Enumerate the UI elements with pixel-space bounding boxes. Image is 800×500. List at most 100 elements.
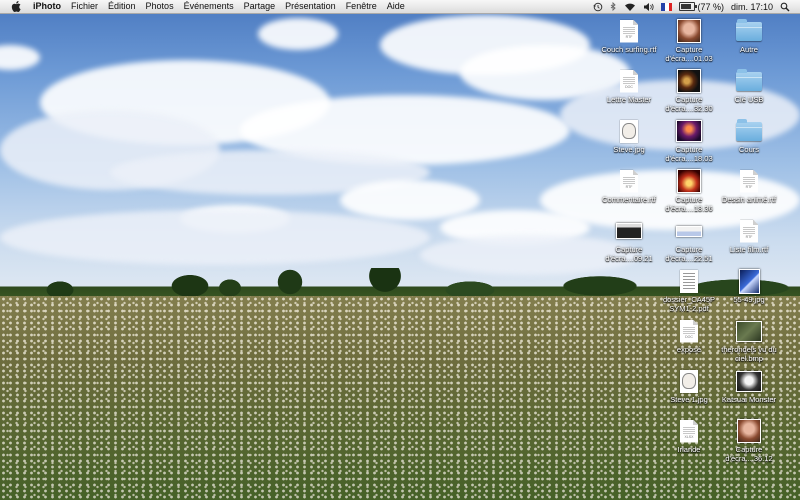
desktop-icon-label: Capture d'écra....32.30 <box>665 95 713 113</box>
screenshot-thumbnail-icon <box>677 169 701 193</box>
desktop-icon[interactable]: Capture d'écra....18.03 <box>657 118 721 163</box>
desktop-icon[interactable]: Capture d'écra....36.12 <box>717 418 781 463</box>
desktop-icon[interactable]: XLSX Irlande <box>657 418 721 455</box>
document-icon: RTF <box>620 19 638 43</box>
desktop-icon[interactable]: Capture d'écra....22.51 <box>657 218 721 263</box>
desktop-icon-thumbnail <box>676 368 702 394</box>
desktop-icon-thumbnail <box>736 68 762 94</box>
desktop-icon[interactable]: Capture d'écra....32.30 <box>657 68 721 113</box>
desktop-icon-label: Cours <box>738 145 759 154</box>
desktop-icon-label: Katsuai Monster <box>721 395 777 404</box>
desktop-icon-thumbnail <box>676 18 702 44</box>
image-file-icon <box>736 370 762 392</box>
desktop-icon-label: exposé <box>676 345 702 354</box>
desktop-icon-thumbnail: DOC <box>616 68 642 94</box>
desktop-icon[interactable]: Capture d'écra....01.03 <box>657 18 721 63</box>
menu-app-iphoto[interactable]: iPhoto <box>28 0 66 13</box>
desktop-icon-thumbnail: RTF <box>736 218 762 244</box>
desktop-icon-label: Capture d'écra....18.03 <box>665 145 713 163</box>
desktop-icon-label: Steve 1.jpg <box>670 395 708 404</box>
desktop-icon-thumbnail: RTF <box>616 168 642 194</box>
desktop-icon-thumbnail <box>676 268 702 294</box>
desktop-icon-thumbnail <box>736 368 762 394</box>
desktop-icon[interactable]: Steve.jpg <box>597 118 661 155</box>
menu-fenetre[interactable]: Fenêtre <box>341 0 382 13</box>
desktop-icon-label: 55-49.jpg <box>733 295 765 304</box>
image-file-icon <box>680 369 698 393</box>
bluetooth-icon[interactable] <box>610 0 617 13</box>
wallpaper-cloud <box>340 180 480 220</box>
document-icon: RTF <box>740 219 758 243</box>
menu-partage[interactable]: Partage <box>239 0 281 13</box>
desktop-icon-thumbnail <box>616 218 642 244</box>
desktop-icon-label: Clé USB <box>734 95 764 104</box>
desktop-icon[interactable]: Autre <box>717 18 781 55</box>
folder-icon <box>736 68 762 91</box>
desktop-icon[interactable]: Capture d'écra....09.21 <box>597 218 661 263</box>
desktop-icon[interactable]: Clé USB <box>717 68 781 105</box>
desktop-icon-label: Commentaire.rtf <box>602 195 656 204</box>
wifi-icon[interactable] <box>624 0 636 13</box>
desktop-icon-thumbnail: RTF <box>736 168 762 194</box>
desktop-icon-label: Capture d'écra....01.03 <box>665 45 713 63</box>
desktop-icon-thumbnail <box>676 218 702 244</box>
menu-presentation[interactable]: Présentation <box>280 0 341 13</box>
desktop-icon-thumbnail <box>736 18 762 44</box>
volume-icon[interactable] <box>643 0 654 13</box>
desktop-icon[interactable]: therondels vu du ciel.bmp <box>717 318 781 363</box>
desktop-icon[interactable]: Cours <box>717 118 781 155</box>
desktop-icon-thumbnail <box>676 168 702 194</box>
image-file-icon <box>738 268 760 294</box>
wallpaper-cloud <box>0 210 430 265</box>
menu-extras: (77 %) dim. 17:10 <box>586 0 800 13</box>
battery-level <box>681 4 691 9</box>
menu-photos[interactable]: Photos <box>141 0 179 13</box>
desktop-icon[interactable]: 55-49.jpg <box>717 268 781 305</box>
screenshot-thumbnail-icon <box>737 419 761 443</box>
spotlight-search-icon[interactable] <box>780 0 790 13</box>
folder-icon <box>736 18 762 41</box>
french-flag-icon[interactable] <box>661 0 673 13</box>
desktop-icon-thumbnail <box>616 118 642 144</box>
document-icon: DOC <box>680 319 698 343</box>
desktop-icon[interactable]: dossier_CA45P SYM1-2.pdf <box>657 268 721 313</box>
document-icon: XLSX <box>680 419 698 443</box>
desktop-icon-label: Couch surfing.rtf <box>601 45 657 54</box>
desktop-icon[interactable]: RTF Commentaire.rtf <box>597 168 661 205</box>
desktop-icon[interactable]: RTF Dessin animé.rtf <box>717 168 781 205</box>
desktop-icon-thumbnail <box>676 68 702 94</box>
desktop-icon[interactable]: Steve 1.jpg <box>657 368 721 405</box>
image-file-icon <box>620 119 638 143</box>
desktop-icon-label: Capture d'écra....22.51 <box>665 245 713 263</box>
desktop-icon-label: Steve.jpg <box>613 145 645 154</box>
pdf-icon <box>680 269 698 293</box>
battery-icon[interactable]: (77 %) <box>679 0 724 13</box>
screenshot-thumbnail-icon <box>677 19 701 43</box>
desktop-icon[interactable]: Capture d'écra....18.36 <box>657 168 721 213</box>
desktop-icon-label: Capture d'écra....36.12 <box>725 445 773 463</box>
menu-fichier[interactable]: Fichier <box>66 0 103 13</box>
menu-evenements[interactable]: Événements <box>179 0 239 13</box>
wallpaper-cloud <box>258 18 338 50</box>
clock[interactable]: dim. 17:10 <box>731 0 773 13</box>
desktop-icon[interactable]: RTF Couch surfing.rtf <box>597 18 661 55</box>
folder-icon <box>736 118 762 141</box>
desktop-icon-thumbnail: XLSX <box>676 418 702 444</box>
menu-bar: iPhoto Fichier Édition Photos Événements… <box>0 0 800 14</box>
desktop-icon-thumbnail <box>736 268 762 294</box>
desktop-icon-thumbnail <box>676 118 702 144</box>
apple-menu-icon[interactable] <box>10 1 22 13</box>
menu-edition[interactable]: Édition <box>103 0 141 13</box>
screenshot-thumbnail-icon <box>676 225 702 237</box>
desktop-icon-label: Liste film.rtf <box>729 245 769 254</box>
time-machine-icon[interactable] <box>593 0 603 13</box>
desktop-icon-label: therondels vu du ciel.bmp <box>721 345 777 363</box>
desktop-icon[interactable]: DOC exposé <box>657 318 721 355</box>
menu-aide[interactable]: Aide <box>382 0 410 13</box>
desktop-icon[interactable]: RTF Liste film.rtf <box>717 218 781 255</box>
desktop-icon[interactable]: Katsuai Monster <box>717 368 781 405</box>
screenshot-thumbnail-icon <box>676 120 702 142</box>
desktop-icon[interactable]: DOC Lettre Master <box>597 68 661 105</box>
desktop-icon-thumbnail <box>736 318 762 344</box>
document-icon: DOC <box>620 69 638 93</box>
